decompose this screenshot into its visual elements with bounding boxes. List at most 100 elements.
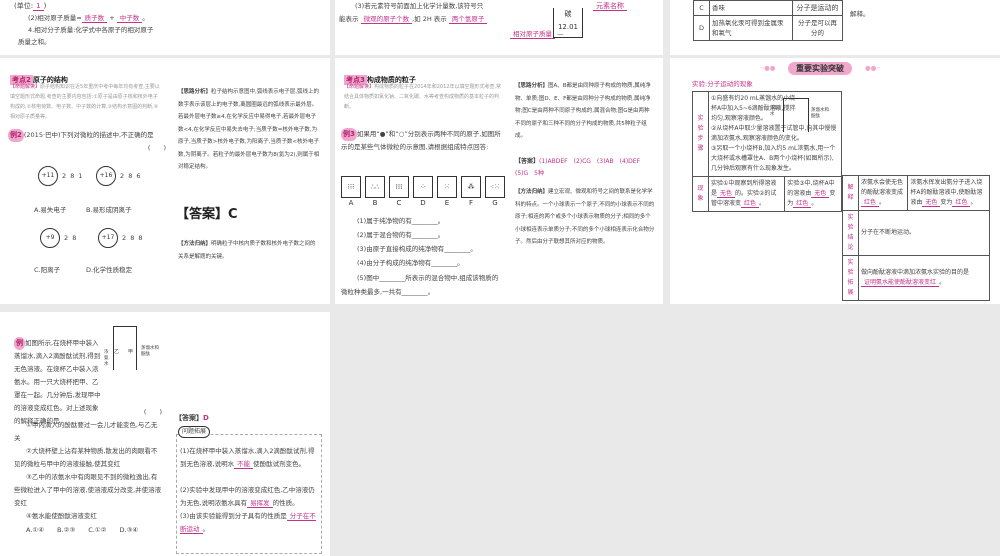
dots-decoration-right: ●●·· <box>865 64 881 72</box>
method-text: 建立宏观、微观和符号之间的联系是化学学科的特点。一个小球表示一个原子,不同的小球… <box>515 189 655 245</box>
particle-diagram: ⁝⁝⁝ <box>341 176 361 198</box>
example-badge: 例 <box>14 337 25 350</box>
text-line: (2)相对原子质量≈ <box>28 14 82 22</box>
answer-blank: 红色 <box>793 200 812 208</box>
row-key: C <box>693 0 710 16</box>
answer-blank: 中子数 <box>116 14 143 23</box>
text: 使酚酞试剂变色。 <box>253 460 306 468</box>
figure-label: 蒸馏水和酚酞 <box>811 108 829 119</box>
sub-question: (1)属于纯净物的有________。 <box>357 217 445 225</box>
sub-question: (5)图中________所表示的混合物中,组成该物质的微粒种类最多,一共有__… <box>341 274 499 296</box>
slide-example-beaker: 例如图所示,在烧杯甲中装入蒸馏水,滴入2滴酚酞试剂,得到无色溶液。在烧杯乙中装入… <box>0 312 330 556</box>
beaker-figure <box>783 98 809 132</box>
element-mass: 12.01 <box>557 23 579 31</box>
row-key: D <box>693 15 710 41</box>
element-name: 碳 <box>564 10 572 18</box>
statement: ④氨水能使酚酞溶液变红 <box>26 512 97 520</box>
text-line: 能表示 <box>339 15 359 23</box>
text: 变为 <box>940 199 953 206</box>
row-desc: 加热氧化汞可得到金属汞和氧气 <box>709 15 793 41</box>
particle-diagram: ⁙ <box>437 176 457 198</box>
plus-sign: + <box>109 14 115 22</box>
section-banner: 重要实验突破 <box>788 62 852 75</box>
phenomenon-cell: 实验①中观察到所得溶液是 无色 的。实验②的试管中溶液变 红色。 <box>707 176 786 212</box>
text: (3)由该实验能得到分子具有的性质是 <box>180 512 287 520</box>
statement: ②大烧杯壁上沾有某种物质,散发出的肉眼看不见的微粒与甲中的溶液接触,使其变红 <box>14 447 158 468</box>
statement: ①甲内滴入的酚酞要过一会儿才能变色,与乙无关 <box>14 421 158 442</box>
shell-electrons: 2 8 6 <box>120 172 142 180</box>
slide-top-right: C 香味 分子是运动的 D 加热氧化汞可得到金属汞和氧气 分子是可以再分的 解释。 <box>670 0 1000 55</box>
sub-question: (3)由原子直接构成的纯净物有________。 <box>357 245 477 253</box>
particle-diagram: ⁂ <box>461 176 481 198</box>
steps-cell: ①向盛有约20 mL蒸馏水的小烧杯A中加入5~6滴酚酞溶液,搅拌均匀,观察溶液颜… <box>708 91 842 177</box>
method-label: 【方法归纳】 <box>515 189 549 195</box>
answer-blank: 质子数 <box>81 14 108 23</box>
option-label: B.易形成阴离子 <box>86 206 132 214</box>
unit-label: (单位: <box>14 2 34 10</box>
text: 。 <box>202 525 210 533</box>
answer-blank: 红色 <box>952 199 971 207</box>
table-row: 实验结论 分子在不断地运动。 <box>842 210 990 256</box>
box-label: A <box>348 199 354 207</box>
text: 做向酚酞溶液中滴加浓氨水实验的目的是 <box>861 269 970 276</box>
answer-blank: 红色 <box>741 200 760 208</box>
dots-decoration-left: ··●● <box>760 64 776 72</box>
text-line: 解释。 <box>850 10 870 18</box>
text-line: (3)若元素符号前面加上化学计量数,该符号只 <box>355 2 484 10</box>
explanation-cell: 浓氨水挥发出氨分子进入烧杯A的酚酞溶液中,使酚酞溶液由 无色 变为 红色。 <box>907 175 990 211</box>
analysis-label: 【思路分析】 <box>515 83 549 89</box>
step-2: ②从烧杯A中取少量溶液置于试管中,向其中慢慢滴加浓氨水,观察溶液颜色的变化。 <box>711 125 837 142</box>
nucleus: +16 <box>96 166 116 186</box>
answer-blank: 红色 <box>861 199 880 207</box>
slide-experiment: 重要实验突破 ··●● ●●·· 实验:分子运动的现象 实验步骤 ①向盛有约20… <box>670 58 1000 304</box>
box-label: B <box>372 199 378 207</box>
table-row: D 加热氧化汞可得到金属汞和氧气 分子是可以再分的 <box>693 15 844 41</box>
extension-title: 问题拓展 <box>178 426 211 438</box>
nucleus: +17 <box>98 228 118 248</box>
example-badge: 例3 <box>341 128 357 141</box>
question-text: (2015·巴中)下列对微粒的描述中,不正确的是 <box>23 131 154 139</box>
example-badge: 例2 <box>8 129 24 142</box>
nucleus: +9 <box>40 228 60 248</box>
shell-electrons: 2 8 1 <box>62 172 84 180</box>
figure-label: 浓氨水 <box>770 106 779 117</box>
choices: A.①④ B.②③ C.①② D.③④ <box>26 526 139 534</box>
sub-question: (2)属于混合物的有________。 <box>357 231 445 239</box>
analysis-text: 图A、B都是由同种原子构成的物质,属纯净物、单质;图D、E、F都是由同种分子构成… <box>515 83 651 139</box>
figure-label: 蒸馏水和酚酞 <box>141 346 159 357</box>
sub-question: (4)由分子构成的纯净物有________。 <box>357 259 464 267</box>
nucleus: +11 <box>38 166 58 186</box>
slide-top-mid: (3)若元素符号前面加上化学计量数,该符号只 能表示 微观的原子个数 ,如 2H … <box>335 0 663 55</box>
row-label: 解释 <box>842 175 859 211</box>
particle-diagram: ⁖⁙ <box>485 176 505 198</box>
answer-blank: 元素名称 <box>593 2 627 11</box>
table-row: C 香味 分子是运动的 <box>693 0 844 16</box>
answer-paren: ( ) <box>143 408 162 416</box>
experiment-title: 实验:分子运动的现象 <box>692 80 753 88</box>
particle-diagram: ⁘ <box>413 176 433 198</box>
analysis-text: 粒子结构示意图中,弧线表示电子层,弧线上的数字表示该层上的电子数,离圆圈最远的弧… <box>178 89 320 170</box>
answer-label: 【答案】 <box>176 207 229 222</box>
explanation-cell: 浓氨水会使无色的酚酞溶液变成红色。 <box>857 175 909 211</box>
answer-blank: 无色 <box>717 190 736 198</box>
method-label: 【方法归纳】 <box>178 241 212 247</box>
answer-blank: 微观的原子个数 <box>360 15 413 24</box>
answer-value: D <box>203 414 209 422</box>
slide-top-left: (单位: 1) (2)相对原子质量≈ 质子数 + 中子数。 4.相对分子质量:化学式… <box>0 0 330 55</box>
answer-blank: 相对原子质量 <box>510 30 555 39</box>
row-expl: 分子是可以再分的 <box>791 15 844 41</box>
intro-label: 【命题解读】 <box>344 84 375 90</box>
answer-blank: 不能 <box>234 460 254 469</box>
answer-blank: 两个氢原子 <box>448 15 488 24</box>
table-row: 实验步骤 ①向盛有约20 mL蒸馏水的小烧杯A中加入5~6滴酚酞溶液,搅拌均匀,… <box>692 91 842 177</box>
row-label: 实验步骤 <box>692 91 709 177</box>
explanation-table: C 香味 分子是运动的 D 加热氧化汞可得到金属汞和氧气 分子是可以再分的 <box>693 0 844 41</box>
text: 浓氨水会使无色的酚酞溶液变成 <box>861 179 904 196</box>
row-label: 现象 <box>692 176 709 212</box>
text-line: 质量之和。 <box>18 38 51 46</box>
answer-blank: 证明氨水能使酚酞溶液变红 <box>861 279 940 287</box>
box-label: F <box>468 199 474 207</box>
text-line: 4.相对分子质量:化学式中各原子的相对原子 <box>28 26 154 34</box>
box-label: G <box>492 199 498 207</box>
conclusion-cell: 分子在不断地运动。 <box>858 210 990 256</box>
